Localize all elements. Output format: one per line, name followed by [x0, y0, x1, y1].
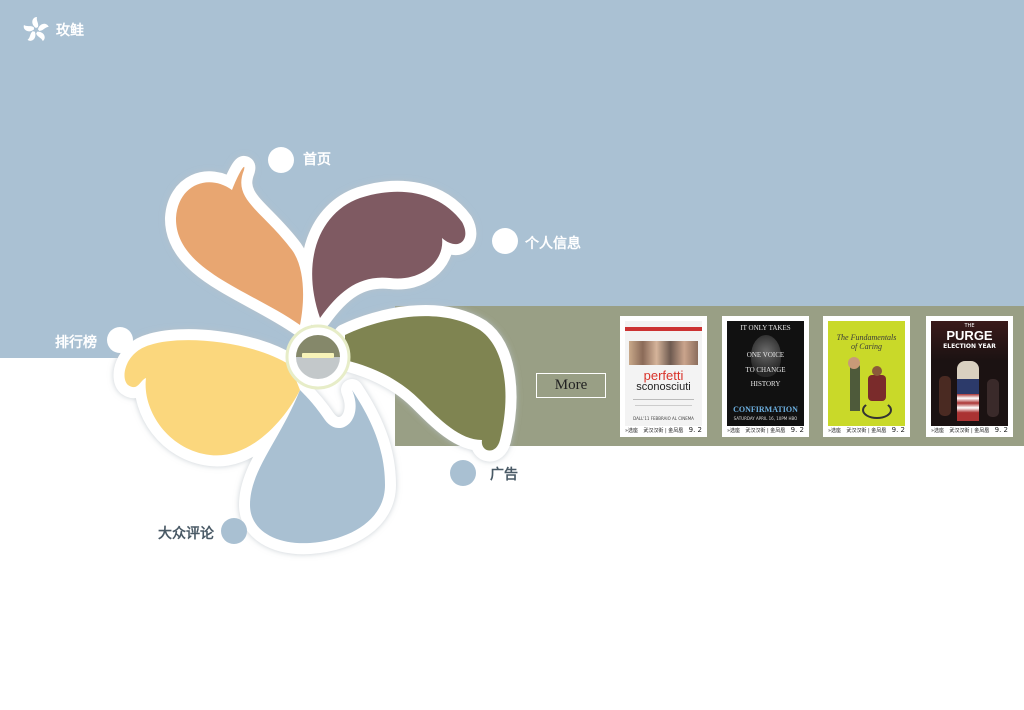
poster-subtitle: ELECTION YEAR: [943, 343, 996, 350]
poster-image: IT ONLY TAKES ONE VOICE TO CHANGE HISTOR…: [727, 321, 804, 426]
nav-ranking[interactable]: 排行榜: [55, 332, 97, 352]
poster-select-link[interactable]: »选座: [625, 427, 638, 434]
poster-title: The Fundamentals of Caring: [836, 333, 897, 351]
poster-card[interactable]: IT ONLY TAKES ONE VOICE TO CHANGE HISTOR…: [722, 316, 809, 437]
poster-select-link[interactable]: »选座: [931, 427, 944, 434]
poster-tagline: DALL'11 FEBBRAIO AL CINEMA: [633, 416, 694, 421]
poster-venue: 武汉汉街 | 金凤凰: [745, 427, 786, 434]
poster-venue: 武汉汉街 | 金凤凰: [949, 427, 990, 434]
poster-card[interactable]: The Fundamentals of Caring »选座 武汉汉街 | 金凤…: [823, 316, 910, 437]
poster-card[interactable]: perfetti sconosciuti DALL'11 FEBBRAIO AL…: [620, 316, 707, 437]
nav-home-dot[interactable]: [268, 147, 294, 173]
poster-image: The Fundamentals of Caring: [828, 321, 905, 426]
poster-score: 9. 2: [891, 426, 905, 434]
poster-line-1: IT ONLY TAKES: [740, 324, 791, 332]
poster-footer: »选座 武汉汉街 | 金凤凰 9. 2: [727, 425, 804, 435]
poster-score: 9. 2: [688, 426, 702, 434]
flower-center-bar: [302, 353, 334, 358]
poster-title-2: sconosciuti: [636, 381, 691, 393]
nav-reviews-dot[interactable]: [221, 518, 247, 544]
nav-profile-dot[interactable]: [492, 228, 518, 254]
nav-profile[interactable]: 个人信息: [525, 233, 581, 253]
poster-title: PURGE: [946, 328, 993, 343]
poster-score: 9. 2: [994, 426, 1008, 434]
poster-venue: 武汉汉街 | 金凤凰: [846, 427, 887, 434]
poster-image: THE PURGE ELECTION YEAR: [931, 321, 1008, 426]
more-button[interactable]: More: [536, 373, 606, 398]
nav-ads[interactable]: 广告: [490, 464, 518, 484]
poster-footer: »选座 武汉汉街 | 金凤凰 9. 2: [625, 425, 702, 435]
poster-score: 9. 2: [790, 426, 804, 434]
poster-title: CONFIRMATION: [733, 405, 798, 414]
poster-card[interactable]: THE PURGE ELECTION YEAR »选座 武汉汉街 | 金凤凰 9…: [926, 316, 1013, 437]
poster-line-3: TO CHANGE: [745, 366, 786, 374]
nav-home[interactable]: 首页: [303, 149, 331, 169]
poster-select-link[interactable]: »选座: [828, 427, 841, 434]
poster-line-2: ONE VOICE: [746, 351, 785, 359]
nav-reviews[interactable]: 大众评论: [158, 523, 214, 543]
nav-ads-dot[interactable]: [450, 460, 476, 486]
poster-line-4: HISTORY: [750, 380, 781, 388]
nav-ranking-dot[interactable]: [107, 327, 133, 353]
poster-footer: »选座 武汉汉街 | 金凤凰 9. 2: [931, 425, 1008, 435]
poster-subtitle: SATURDAY APRIL 16, 10PM HBO: [733, 416, 798, 421]
poster-image: perfetti sconosciuti DALL'11 FEBBRAIO AL…: [625, 321, 702, 426]
poster-footer: »选座 武汉汉街 | 金凤凰 9. 2: [828, 425, 905, 435]
poster-venue: 武汉汉街 | 金凤凰: [643, 427, 684, 434]
poster-select-link[interactable]: »选座: [727, 427, 740, 434]
